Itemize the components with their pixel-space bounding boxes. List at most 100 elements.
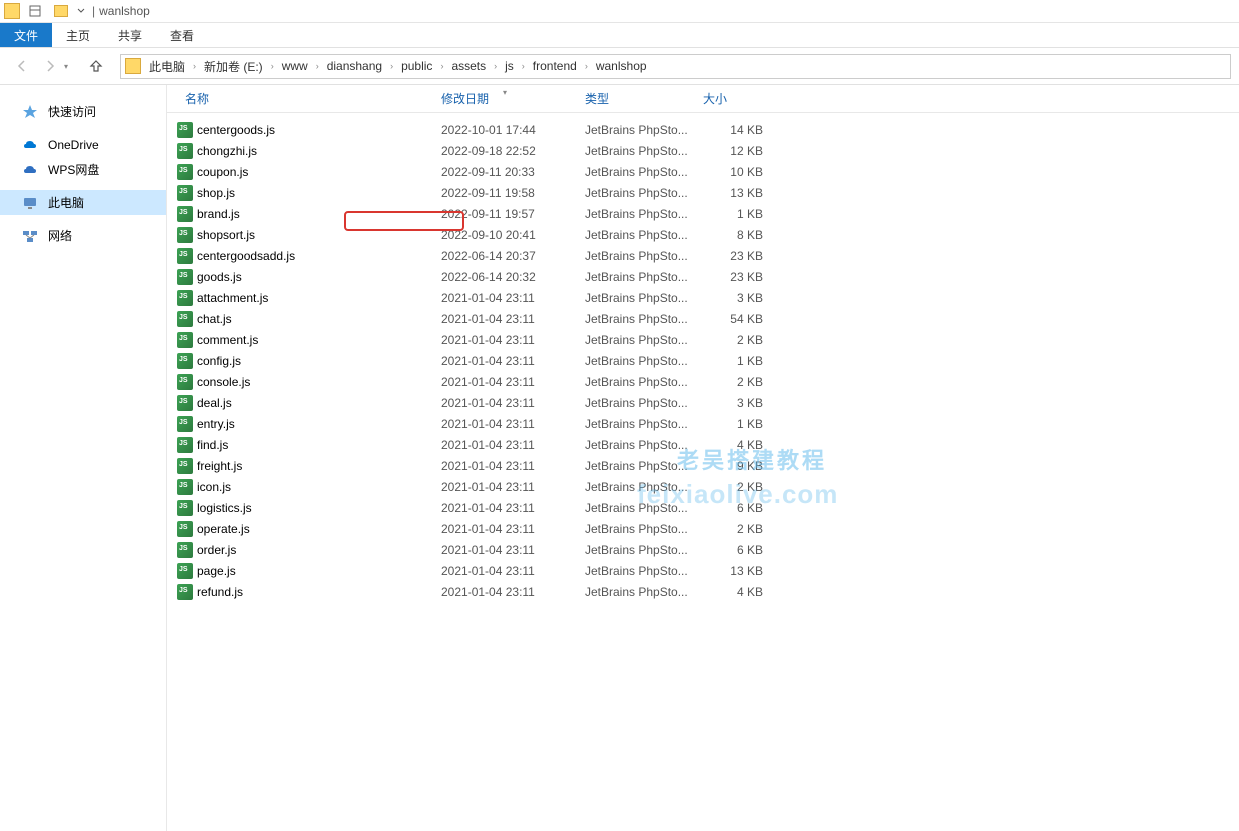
file-size: 4 KB [703, 438, 763, 452]
file-row[interactable]: shopsort.js2022-09-10 20:41JetBrains Php… [177, 224, 1239, 245]
breadcrumb-item[interactable]: public [399, 59, 434, 73]
address-folder-icon [125, 58, 141, 74]
file-type: JetBrains PhpSto... [585, 144, 703, 158]
column-header-type[interactable]: 类型 [577, 90, 695, 107]
file-row[interactable]: goods.js2022-06-14 20:32JetBrains PhpSto… [177, 266, 1239, 287]
js-file-icon [177, 206, 193, 222]
file-date: 2021-01-04 23:11 [441, 522, 585, 536]
breadcrumb-item[interactable]: www [280, 59, 310, 73]
file-size: 3 KB [703, 291, 763, 305]
file-size: 9 KB [703, 459, 763, 473]
nav-back-button[interactable] [8, 52, 36, 80]
file-row[interactable]: freight.js2021-01-04 23:11JetBrains PhpS… [177, 455, 1239, 476]
breadcrumb-item[interactable]: 新加卷 (E:) [202, 58, 265, 75]
file-size: 1 KB [703, 417, 763, 431]
file-date: 2021-01-04 23:11 [441, 396, 585, 410]
js-file-icon [177, 164, 193, 180]
file-name: deal.js [197, 396, 441, 410]
sidebar-item-star[interactable]: 快速访问 [0, 99, 166, 124]
breadcrumb-item[interactable]: 此电脑 [147, 58, 187, 75]
chevron-right-icon[interactable]: › [310, 61, 325, 71]
sidebar-item-cloud[interactable]: OneDrive [0, 132, 166, 157]
file-name: operate.js [197, 522, 441, 536]
breadcrumb-item[interactable]: assets [449, 59, 488, 73]
ribbon-tab-file[interactable]: 文件 [0, 23, 52, 47]
file-row[interactable]: coupon.js2022-09-11 20:33JetBrains PhpSt… [177, 161, 1239, 182]
nav-forward-button[interactable] [36, 52, 64, 80]
file-row[interactable]: attachment.js2021-01-04 23:11JetBrains P… [177, 287, 1239, 308]
file-date: 2021-01-04 23:11 [441, 501, 585, 515]
file-date: 2021-01-04 23:11 [441, 354, 585, 368]
sidebar-item-label: 快速访问 [48, 103, 96, 120]
ribbon-tab-view[interactable]: 查看 [156, 23, 208, 47]
file-row[interactable]: deal.js2021-01-04 23:11JetBrains PhpSto.… [177, 392, 1239, 413]
chevron-right-icon[interactable]: › [434, 61, 449, 71]
qat-newfolder-button[interactable] [49, 1, 73, 21]
js-file-icon [177, 185, 193, 201]
file-row[interactable]: refund.js2021-01-04 23:11JetBrains PhpSt… [177, 581, 1239, 602]
chevron-right-icon[interactable]: › [516, 61, 531, 71]
js-file-icon [177, 521, 193, 537]
file-row[interactable]: console.js2021-01-04 23:11JetBrains PhpS… [177, 371, 1239, 392]
column-header-size[interactable]: 大小 [695, 90, 763, 107]
qat-properties-button[interactable] [23, 1, 47, 21]
file-name: goods.js [197, 270, 441, 284]
file-size: 2 KB [703, 480, 763, 494]
js-file-icon [177, 437, 193, 453]
file-type: JetBrains PhpSto... [585, 480, 703, 494]
file-size: 12 KB [703, 144, 763, 158]
file-name: freight.js [197, 459, 441, 473]
file-type: JetBrains PhpSto... [585, 564, 703, 578]
breadcrumb-item[interactable]: js [503, 59, 516, 73]
column-header-date[interactable]: ▾ 修改日期 [433, 90, 577, 107]
file-row[interactable]: icon.js2021-01-04 23:11JetBrains PhpSto.… [177, 476, 1239, 497]
column-header-name[interactable]: 名称 [177, 90, 433, 107]
chevron-right-icon[interactable]: › [488, 61, 503, 71]
file-size: 8 KB [703, 228, 763, 242]
chevron-right-icon[interactable]: › [384, 61, 399, 71]
file-name: shop.js [197, 186, 441, 200]
qat-dropdown[interactable] [74, 1, 88, 21]
file-type: JetBrains PhpSto... [585, 123, 703, 137]
sort-desc-icon: ▾ [503, 88, 507, 97]
file-row[interactable]: brand.js2022-09-11 19:57JetBrains PhpSto… [177, 203, 1239, 224]
file-row[interactable]: page.js2021-01-04 23:11JetBrains PhpSto.… [177, 560, 1239, 581]
sidebar-item-cloud2[interactable]: WPS网盘 [0, 157, 166, 182]
file-row[interactable]: centergoodsadd.js2022-06-14 20:37JetBrai… [177, 245, 1239, 266]
file-name: console.js [197, 375, 441, 389]
chevron-right-icon[interactable]: › [579, 61, 594, 71]
file-row[interactable]: order.js2021-01-04 23:11JetBrains PhpSto… [177, 539, 1239, 560]
file-name: centergoods.js [197, 123, 441, 137]
js-file-icon [177, 290, 193, 306]
chevron-right-icon[interactable]: › [265, 61, 280, 71]
file-row[interactable]: chongzhi.js2022-09-18 22:52JetBrains Php… [177, 140, 1239, 161]
sidebar-item-pc[interactable]: 此电脑 [0, 190, 166, 215]
file-row[interactable]: centergoods.js2022-10-01 17:44JetBrains … [177, 119, 1239, 140]
js-file-icon [177, 248, 193, 264]
breadcrumb-item[interactable]: frontend [531, 59, 579, 73]
chevron-right-icon[interactable]: › [187, 61, 202, 71]
window-title: wanlshop [99, 4, 150, 18]
file-row[interactable]: operate.js2021-01-04 23:11JetBrains PhpS… [177, 518, 1239, 539]
ribbon-tabs: 文件 主页 共享 查看 [0, 23, 1239, 48]
file-row[interactable]: logistics.js2021-01-04 23:11JetBrains Ph… [177, 497, 1239, 518]
file-type: JetBrains PhpSto... [585, 522, 703, 536]
file-row[interactable]: comment.js2021-01-04 23:11JetBrains PhpS… [177, 329, 1239, 350]
nav-up-button[interactable] [82, 52, 110, 80]
nav-history-dropdown[interactable]: ▾ [64, 62, 76, 71]
file-row[interactable]: shop.js2022-09-11 19:58JetBrains PhpSto.… [177, 182, 1239, 203]
file-row[interactable]: entry.js2021-01-04 23:11JetBrains PhpSto… [177, 413, 1239, 434]
breadcrumb-item[interactable]: wanlshop [594, 59, 649, 73]
file-row[interactable]: chat.js2021-01-04 23:11JetBrains PhpSto.… [177, 308, 1239, 329]
ribbon-tab-share[interactable]: 共享 [104, 23, 156, 47]
breadcrumb-item[interactable]: dianshang [325, 59, 384, 73]
file-row[interactable]: config.js2021-01-04 23:11JetBrains PhpSt… [177, 350, 1239, 371]
file-date: 2022-09-11 19:57 [441, 207, 585, 221]
sidebar-item-label: OneDrive [48, 138, 99, 152]
navigation-sidebar: 快速访问 OneDrive WPS网盘此电脑网络 [0, 85, 167, 831]
address-bar[interactable]: 此电脑›新加卷 (E:)›www›dianshang›public›assets… [120, 54, 1231, 79]
file-row[interactable]: find.js2021-01-04 23:11JetBrains PhpSto.… [177, 434, 1239, 455]
file-date: 2021-01-04 23:11 [441, 312, 585, 326]
ribbon-tab-home[interactable]: 主页 [52, 23, 104, 47]
sidebar-item-network[interactable]: 网络 [0, 223, 166, 248]
